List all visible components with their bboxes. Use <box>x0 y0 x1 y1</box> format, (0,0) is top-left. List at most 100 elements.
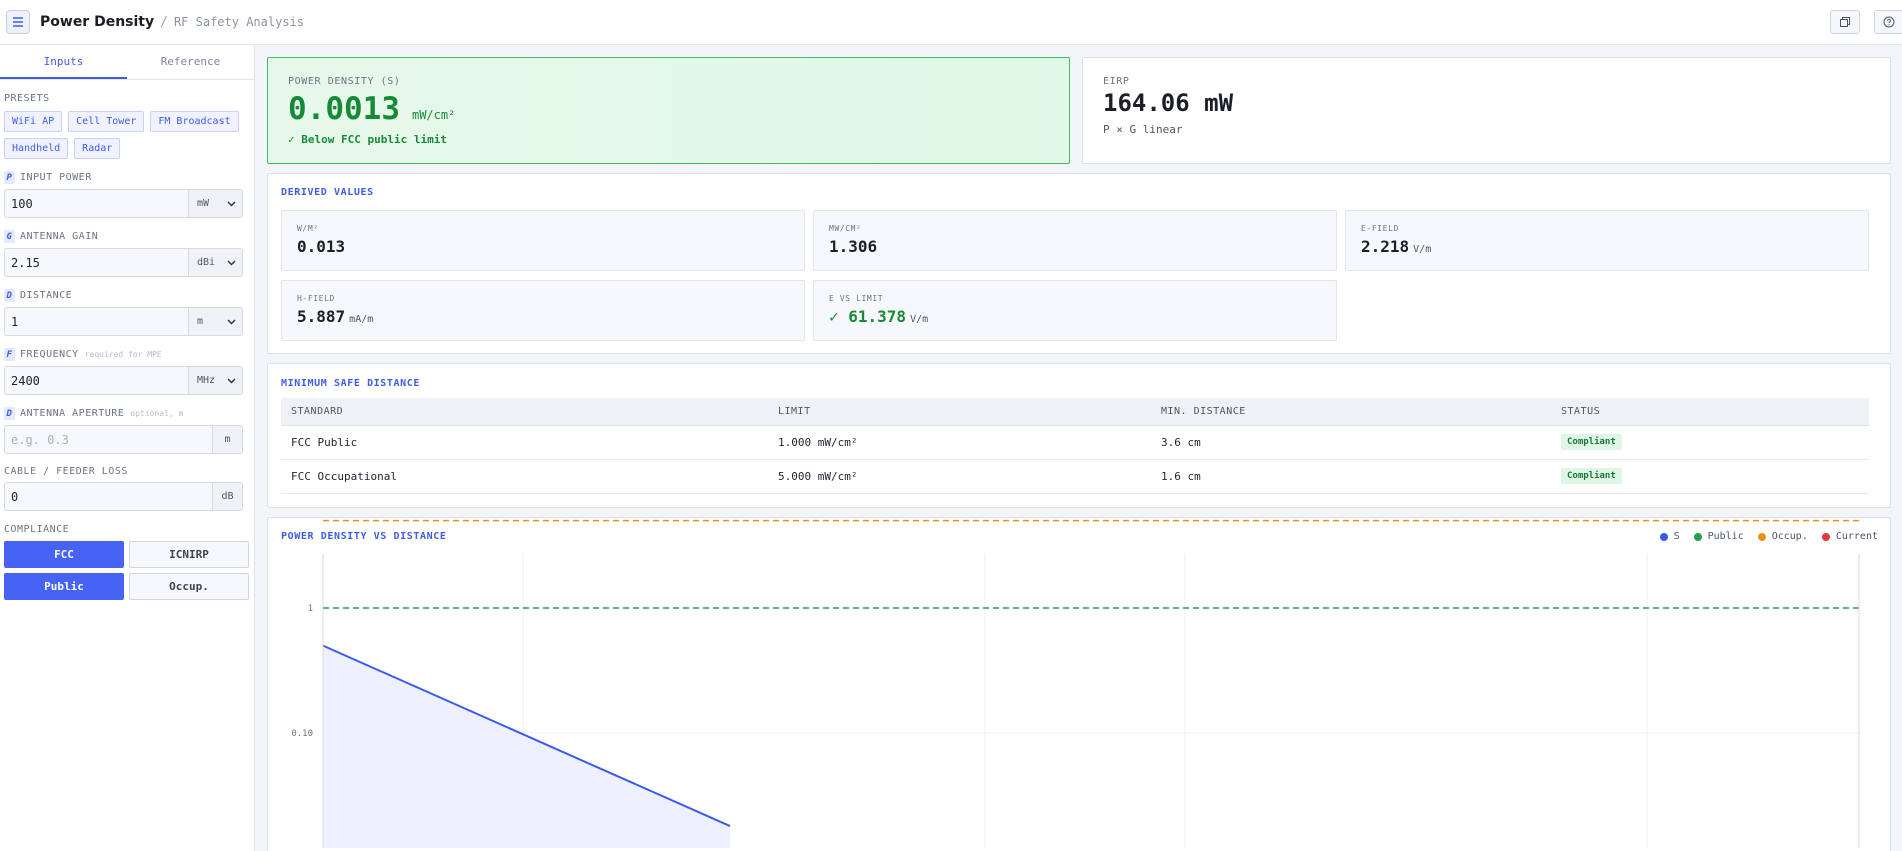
distance-field[interactable] <box>4 307 189 336</box>
power-density-label: POWER DENSITY (S) <box>288 76 401 87</box>
breadcrumb: RF Safety Analysis <box>173 15 304 29</box>
unit-label: dBi <box>197 257 216 268</box>
y-tick-label: 0.10 <box>291 729 313 739</box>
unit-label: MHz <box>197 375 216 386</box>
cable-loss-label: CABLE / FEEDER LOSS <box>4 466 250 477</box>
power-density-chart: 10.10 <box>291 519 1860 848</box>
antenna-gain-unit-select[interactable]: dBi <box>189 248 243 277</box>
min-safe-distance-card: MINIMUM SAFE DISTANCE STANDARD LIMIT MIN… <box>267 363 1891 508</box>
cell-standard: FCC Public <box>281 425 768 460</box>
tile-label: E VS LIMIT <box>829 294 884 303</box>
breadcrumb-separator: / <box>160 14 168 30</box>
copy-button[interactable] <box>1830 10 1860 34</box>
input-power-field[interactable] <box>4 189 189 218</box>
copy-icon <box>1840 17 1850 27</box>
chevron-down-icon <box>227 201 236 206</box>
tile-label: MW/CM² <box>829 224 862 233</box>
tile-value: 0.013 <box>297 237 346 256</box>
derived-values-card: DERIVED VALUES W/M² 0.013 MW/CM² 1.306 E-F… <box>267 173 1891 354</box>
menu-button[interactable] <box>6 10 30 34</box>
aperture-unit: m <box>213 425 243 454</box>
hamburger-icon <box>13 17 23 27</box>
status-badge: Compliant <box>1561 468 1622 484</box>
chevron-down-icon <box>227 378 236 383</box>
derived-tile-e-vs-limit: E VS LIMIT ✓ 61.378 V/m <box>813 280 1337 341</box>
column-header: STANDARD <box>281 398 768 426</box>
power-density-status: ✓ Below FCC public limit <box>288 133 447 146</box>
preset-radar[interactable]: Radar <box>74 138 121 159</box>
status-badge: Compliant <box>1561 434 1622 450</box>
column-header: LIMIT <box>768 398 1151 426</box>
preset-wifi-ap[interactable]: WiFi AP <box>4 111 63 132</box>
derived-tile-e-field: E-FIELD 2.218 V/m <box>1345 210 1869 271</box>
field-label-text: ANTENNA GAIN <box>20 231 99 242</box>
help-icon <box>1883 16 1894 28</box>
power-density-value: 0.0013 <box>288 91 400 127</box>
sidebar: Inputs Reference PRESETS WiFi AP Cell To… <box>0 45 255 851</box>
help-button[interactable] <box>1874 10 1902 34</box>
antenna-gain-field[interactable] <box>4 248 189 277</box>
s-series-area <box>323 645 731 848</box>
cell-distance: 1.6 cm <box>1151 459 1551 494</box>
cell-limit: 1.000 mW/cm² <box>768 425 1151 460</box>
cell-standard: FCC Occupational <box>281 459 768 494</box>
field-label-text: ANTENNA APERTURE <box>20 408 125 419</box>
field-hint: optional, m <box>130 409 184 418</box>
frequency-field[interactable] <box>4 366 189 395</box>
tile-value: ✓ 61.378 <box>829 307 907 326</box>
cell-distance: 3.6 cm <box>1151 425 1551 460</box>
tile-label: H-FIELD <box>297 294 335 303</box>
cell-status: Compliant <box>1551 425 1869 460</box>
unit-label: m <box>197 316 204 327</box>
public-button[interactable]: Public <box>4 573 124 600</box>
eirp-label: EIRP <box>1103 76 1130 87</box>
derived-values-title: DERIVED VALUES <box>281 187 374 198</box>
cell-status: Compliant <box>1551 459 1869 494</box>
cable-loss-unit: dB <box>213 482 243 511</box>
tab-inputs[interactable]: Inputs <box>0 45 127 79</box>
input-power-unit-select[interactable]: mW <box>189 189 243 218</box>
fcc-button[interactable]: FCC <box>4 541 124 568</box>
presets-label: PRESETS <box>4 93 50 104</box>
derived-tile-mw-cm2: MW/CM² 1.306 <box>813 210 1337 271</box>
eirp-formula: P × G linear <box>1103 123 1183 136</box>
frequency-label: F FREQUENCY required for MPE <box>4 348 250 361</box>
tile-value: 2.218 <box>1361 237 1410 256</box>
input-power-label: P INPUT POWER <box>4 171 250 184</box>
top-bar: Power Density / RF Safety Analysis <box>0 0 1902 45</box>
preset-cell-tower[interactable]: Cell Tower <box>68 111 145 132</box>
field-label-text: INPUT POWER <box>20 172 92 183</box>
antenna-aperture-field[interactable] <box>4 425 213 454</box>
power-density-unit: mW/cm² <box>411 108 456 122</box>
field-label-text: FREQUENCY <box>20 349 79 360</box>
tile-value: 1.306 <box>829 237 878 256</box>
tile-label: W/M² <box>297 224 319 233</box>
table-row: FCC Occupational 5.000 mW/cm² 1.6 cm Com… <box>281 459 1869 494</box>
frequency-unit-select[interactable]: MHz <box>189 366 243 395</box>
field-label-text: CABLE / FEEDER LOSS <box>4 466 128 477</box>
cable-loss-field[interactable] <box>4 482 213 511</box>
tile-unit: mA/m <box>349 314 374 325</box>
app-window: Power Density / RF Safety Analysis Input… <box>0 0 1902 851</box>
antenna-aperture-label: D ANTENNA APERTURE optional, m <box>4 407 250 420</box>
tile-unit: V/m <box>910 314 929 325</box>
table-header-row: STANDARD LIMIT MIN. DISTANCE STATUS <box>281 398 1869 426</box>
tab-reference[interactable]: Reference <box>127 45 254 79</box>
occupational-button[interactable]: Occup. <box>129 573 249 600</box>
field-label-text: DISTANCE <box>20 290 73 301</box>
antenna-gain-label: G ANTENNA GAIN <box>4 230 250 243</box>
eirp-card: EIRP 164.06 mW P × G linear <box>1082 57 1891 164</box>
field-glyph: P <box>4 171 15 184</box>
preset-handheld[interactable]: Handheld <box>4 138 69 159</box>
field-glyph: D <box>4 407 15 420</box>
preset-fm-broadcast[interactable]: FM Broadcast <box>150 111 239 132</box>
app-title: Power Density <box>40 14 155 30</box>
main-content: POWER DENSITY (S) 0.0013 mW/cm² ✓ Below … <box>256 45 1902 851</box>
column-header: STATUS <box>1551 398 1869 426</box>
icnirp-button[interactable]: ICNIRP <box>129 541 249 568</box>
derived-tile-w-m2: W/M² 0.013 <box>281 210 805 271</box>
derived-tile-h-field: H-FIELD 5.887 mA/m <box>281 280 805 341</box>
column-header: MIN. DISTANCE <box>1151 398 1551 426</box>
field-glyph: G <box>4 230 15 243</box>
distance-unit-select[interactable]: m <box>189 307 243 336</box>
